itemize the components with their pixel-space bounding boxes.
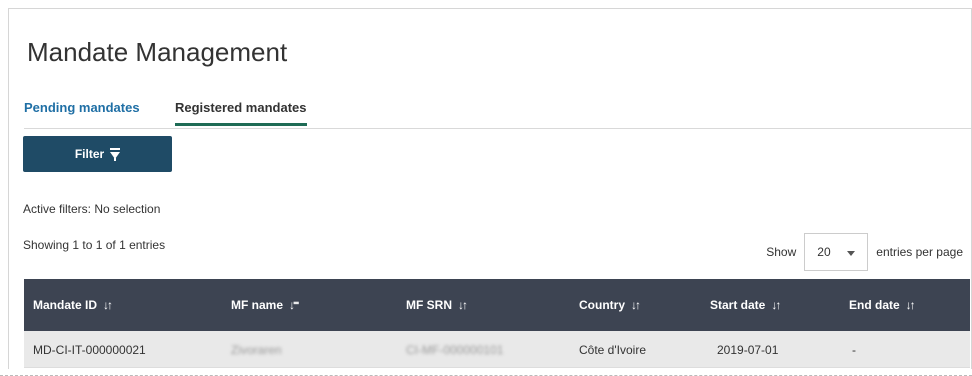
column-header-country[interactable]: Country ↓↑ xyxy=(579,298,641,312)
cell-end-date: - xyxy=(852,343,856,357)
page-size-control: Show 20 entries per page xyxy=(766,233,963,271)
filter-button[interactable]: Filter xyxy=(23,136,172,172)
cell-start-date: 2019-07-01 xyxy=(717,343,779,357)
column-header-start-date[interactable]: Start date ↓↑ xyxy=(710,298,781,312)
page-frame: Mandate Management Pending mandates Regi… xyxy=(8,8,972,369)
entries-summary: Showing 1 to 1 of 1 entries xyxy=(23,238,166,252)
tab-registered-mandates[interactable]: Registered mandates xyxy=(175,100,307,126)
active-filters-value: No selection xyxy=(94,202,161,216)
sort-ascending-icon: ↓⁼ xyxy=(289,298,299,312)
cell-mandate-id: MD-CI-IT-000000021 xyxy=(33,343,146,357)
page-size-select[interactable]: 20 xyxy=(804,233,869,271)
sort-icon: ↓↑ xyxy=(103,298,113,312)
sort-icon: ↓↑ xyxy=(458,298,468,312)
sort-icon: ↓↑ xyxy=(631,298,641,312)
tab-bar: Pending mandates Registered mandates xyxy=(24,88,971,129)
table-row[interactable]: MD-CI-IT-000000021 Zivoraren CI-MF-00000… xyxy=(24,331,970,368)
sort-icon: ↓↑ xyxy=(771,298,781,312)
cell-mf-name: Zivoraren xyxy=(231,343,282,357)
page-size-suffix: entries per page xyxy=(876,245,963,259)
table-header: Mandate ID ↓↑ MF name ↓⁼ MF SRN ↓↑ Count… xyxy=(24,279,970,331)
page-size-value: 20 xyxy=(817,245,831,259)
column-header-mf-name[interactable]: MF name ↓⁼ xyxy=(231,298,299,312)
active-filters: Active filters: No selection xyxy=(23,202,160,216)
active-filters-label: Active filters: xyxy=(23,202,92,216)
chevron-down-icon xyxy=(847,251,856,256)
column-header-end-date[interactable]: End date ↓↑ xyxy=(849,298,916,312)
page-title: Mandate Management xyxy=(27,37,288,67)
column-header-mf-srn[interactable]: MF SRN ↓↑ xyxy=(406,298,468,312)
filter-button-label: Filter xyxy=(74,147,105,161)
page-size-prefix: Show xyxy=(766,245,797,259)
mandates-table: Mandate ID ↓↑ MF name ↓⁼ MF SRN ↓↑ Count… xyxy=(24,279,970,368)
tab-pending-mandates[interactable]: Pending mandates xyxy=(24,100,140,125)
cell-country: Côte d'Ivoire xyxy=(579,343,646,357)
cell-mf-srn: CI-MF-000000101 xyxy=(406,343,504,357)
filter-icon xyxy=(110,147,121,161)
sort-icon: ↓↑ xyxy=(905,298,916,312)
column-header-mandate-id[interactable]: Mandate ID ↓↑ xyxy=(33,298,113,312)
